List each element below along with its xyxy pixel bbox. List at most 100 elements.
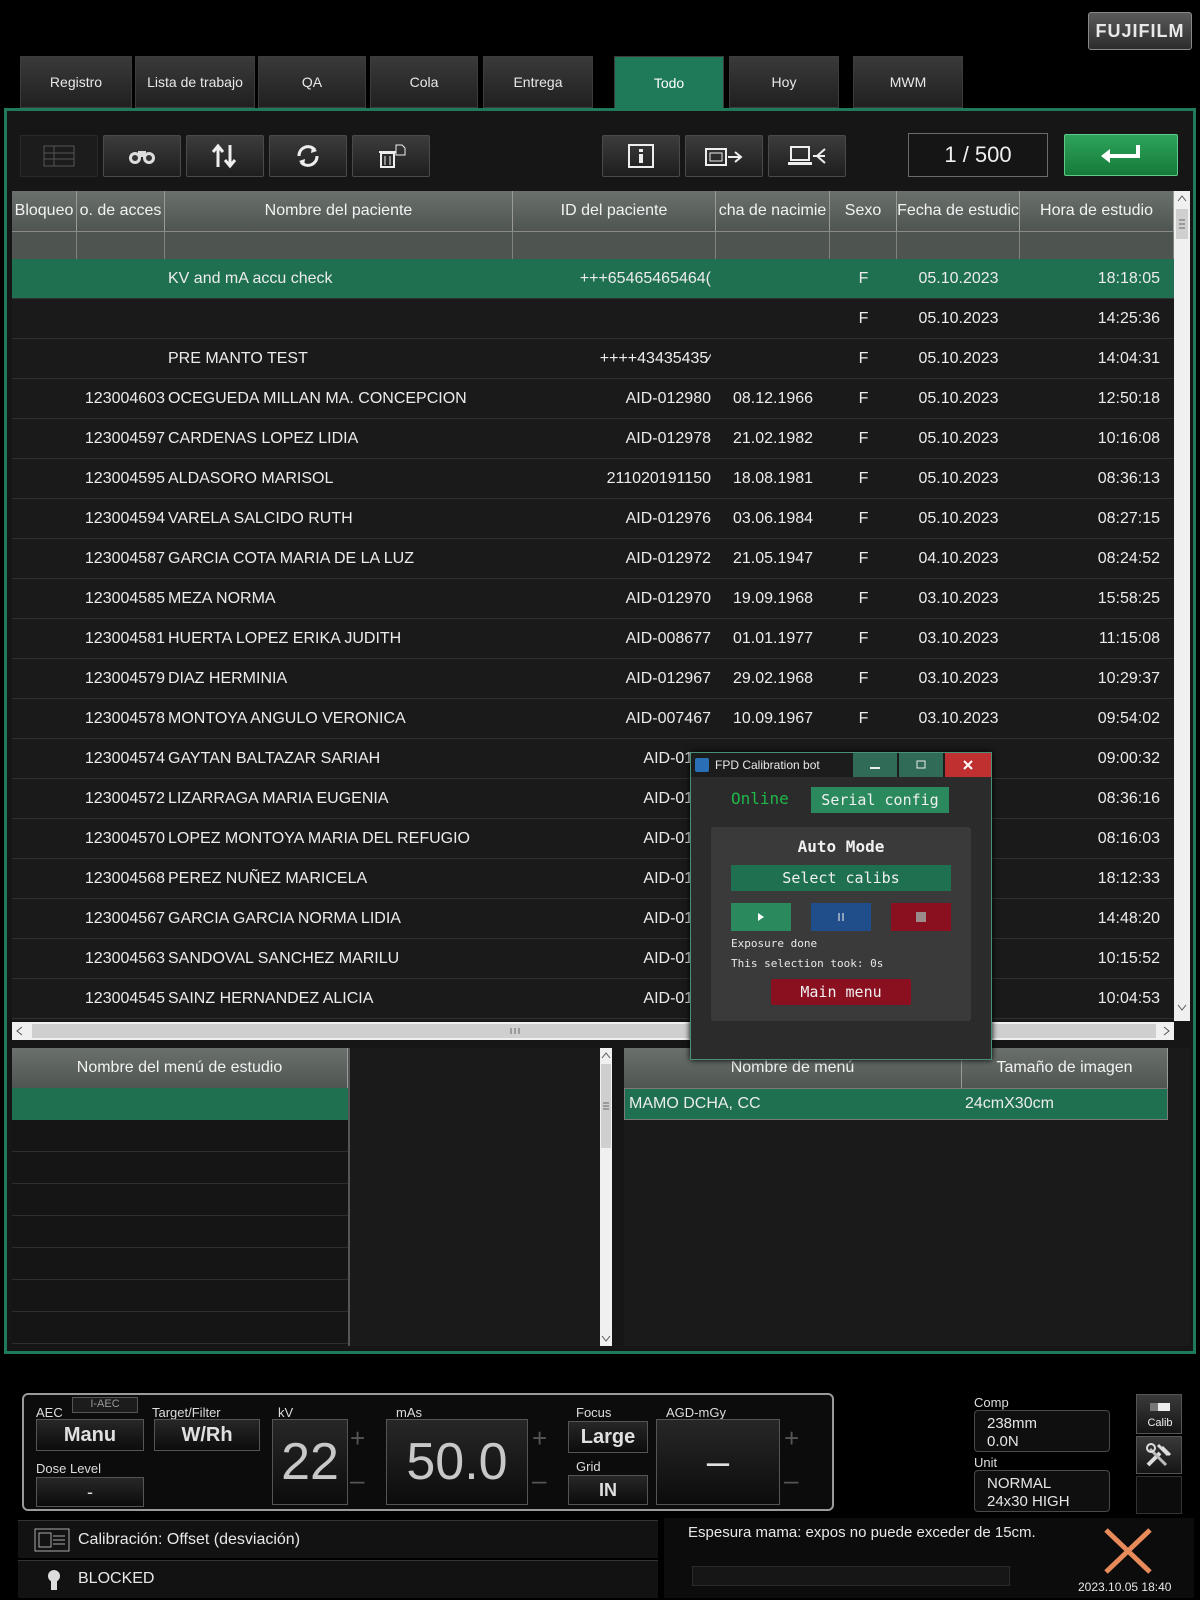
aec-mode-button[interactable]: Manu	[36, 1419, 144, 1451]
table-row[interactable]: KV and mA accu check +++65465465464(F 05.1…	[12, 259, 1174, 299]
cell-acc: 123004603	[84, 389, 165, 407]
table-row[interactable]: MAMO DCHA, CC 24cmX30cm	[624, 1088, 1168, 1120]
dose-level-button[interactable]: -	[36, 1477, 144, 1507]
study-menu-empty-rows	[12, 1120, 348, 1346]
table-row[interactable]: 123004603 OCEGUEDA MILLAN MA. CONCEPCION A…	[12, 379, 1174, 419]
table-row[interactable]: 123004545SAINZ HERNANDEZ ALICIAAID-01290…	[12, 979, 1174, 1019]
kv-increase-button[interactable]: +	[350, 1423, 365, 1454]
mas-value[interactable]: 50.0	[386, 1419, 528, 1505]
kv-value[interactable]: 22	[272, 1419, 348, 1505]
col-header-patient-id[interactable]: ID del paciente	[513, 191, 716, 231]
transfer-button[interactable]	[768, 135, 846, 177]
info-button[interactable]	[602, 135, 680, 177]
table-row[interactable]: PRE MANTO TEST ++++43435435⁄ F 05.10.2023 14…	[12, 339, 1174, 379]
cell-acc	[77, 299, 167, 338]
stop-button[interactable]	[891, 903, 951, 931]
table-row[interactable]: 123004570 LOPEZ MONTOYA MARIA DEL REFUGIO…	[12, 819, 1174, 859]
kv-decrease-button[interactable]: –	[350, 1465, 364, 1496]
cell-acc: 123004594	[84, 509, 165, 527]
cell-name: LOPEZ MONTOYA MARIA DEL REFUGIO	[168, 829, 470, 847]
col-header-birthdate[interactable]: cha de nacimie	[716, 191, 830, 231]
cell-dob: 21.05.1947	[732, 549, 814, 567]
minimize-button[interactable]	[853, 753, 897, 777]
refresh-button[interactable]	[269, 135, 347, 177]
export-button[interactable]	[685, 135, 763, 177]
serial-config-button[interactable]: Serial config	[811, 787, 949, 813]
window-titlebar[interactable]: FPD Calibration bot	[691, 753, 991, 777]
study-menu-row-selected[interactable]	[12, 1088, 348, 1120]
enter-icon	[1101, 145, 1140, 163]
filter-cell[interactable]	[77, 231, 165, 259]
search-button[interactable]	[103, 135, 181, 177]
delete-button[interactable]	[352, 135, 430, 177]
cell-id: 211020191150	[606, 469, 711, 487]
col-header-sex[interactable]: Sexo	[830, 191, 897, 231]
table-row[interactable]: 123004574 GAYTAN BALTAZAR SARIAH AID-0129 0…	[12, 739, 1174, 779]
table-row[interactable]: 123004585 MEZA NORMA AID-012970 19.09.1968 F…	[12, 579, 1174, 619]
filter-cell[interactable]	[1020, 231, 1174, 259]
mas-decrease-button[interactable]: –	[532, 1465, 546, 1496]
sort-button[interactable]	[186, 135, 264, 177]
fujifilm-logo: FUJIFILM	[1088, 12, 1192, 50]
filter-cell[interactable]	[513, 231, 716, 259]
filter-cell[interactable]	[165, 231, 513, 259]
table-row[interactable]: F 05.10.2023 14:25:36	[12, 299, 1174, 339]
cell-name: KV and mA accu check	[168, 269, 333, 287]
table-row[interactable]: 123004594 VARELA SALCIDO RUTH AID-012976 03…	[12, 499, 1174, 539]
tab-cola[interactable]: Cola	[370, 56, 478, 108]
filter-cell[interactable]	[12, 231, 77, 259]
play-button[interactable]	[731, 903, 791, 931]
study-menu-header[interactable]: Nombre del menú de estudio	[12, 1048, 348, 1088]
col-header-bloqueo[interactable]: Bloqueo	[12, 191, 77, 231]
filter-cell[interactable]	[897, 231, 1020, 259]
agd-decrease-button[interactable]: –	[784, 1465, 798, 1496]
pause-button[interactable]	[811, 903, 871, 931]
filter-cell[interactable]	[716, 231, 830, 259]
cell-time: 09:54:02	[1097, 709, 1160, 727]
focus-button[interactable]: Large	[568, 1421, 648, 1453]
col-header-accession[interactable]: o. de acces	[77, 191, 165, 231]
table-horizontal-scrollbar[interactable]	[12, 1022, 1174, 1040]
agd-increase-button[interactable]: +	[784, 1423, 799, 1454]
tab-qa[interactable]: QA	[258, 56, 366, 108]
table-row[interactable]: 123004581 HUERTA LOPEZ ERIKA JUDITH AID-00…	[12, 619, 1174, 659]
tab-entrega[interactable]: Entrega	[483, 56, 593, 108]
tab-registro[interactable]: Registro	[20, 56, 132, 108]
table-vertical-scrollbar[interactable]	[1174, 191, 1190, 1021]
table-row[interactable]: 123004587 GARCIA COTA MARIA DE LA LUZ AID-…	[12, 539, 1174, 579]
calib-button[interactable]: Calib	[1136, 1394, 1182, 1434]
tab-todo[interactable]: Todo	[614, 56, 724, 110]
table-row[interactable]: 123004568PEREZ NUÑEZ MARICELAAID-0129023…	[12, 859, 1174, 899]
col-header-study-time[interactable]: Hora de estudio	[1020, 191, 1174, 231]
col-header-patient-name[interactable]: Nombre del paciente	[165, 191, 513, 231]
list-view-button[interactable]	[20, 135, 98, 177]
tab-mwm[interactable]: MWM	[853, 56, 963, 108]
cell-name: DIAZ HERMINIA	[168, 669, 288, 687]
lock-status-bar: BLOCKED	[18, 1560, 658, 1598]
filter-cell[interactable]	[830, 231, 897, 259]
tab-lista-de-trabajo[interactable]: Lista de trabajo	[135, 56, 255, 108]
table-row[interactable]: 123004572 LIZARRAGA MARIA EUGENIA AID-0129…	[12, 779, 1174, 819]
window-title: FPD Calibration bot	[715, 758, 820, 772]
grid-button[interactable]: IN	[568, 1475, 648, 1505]
maximize-button[interactable]	[899, 753, 943, 777]
cell-acc: 123004567	[84, 909, 165, 927]
mas-increase-button[interactable]: +	[532, 1423, 547, 1454]
target-filter-button[interactable]: W/Rh	[154, 1419, 260, 1451]
table-row[interactable]: 123004595 ALDASORO MARISOL 211020191150 18.…	[12, 459, 1174, 499]
main-menu-button[interactable]: Main menu	[771, 979, 911, 1005]
select-calibs-button[interactable]: Select calibs	[731, 865, 951, 891]
enter-button[interactable]	[1064, 134, 1178, 176]
col-header-study-date[interactable]: Fecha de estudic	[897, 191, 1020, 231]
close-button[interactable]	[945, 753, 991, 777]
tools-button[interactable]	[1136, 1436, 1182, 1474]
table-row[interactable]: 123004563 SANDOVAL SANCHEZ MARILU AID-0129…	[12, 939, 1174, 979]
study-menu-scrollbar[interactable]	[600, 1048, 612, 1346]
table-row[interactable]: 123004567 GARCIA GARCIA NORMA LIDIA AID-01…	[12, 899, 1174, 939]
col-header-image-size[interactable]: Tamaño de imagen	[962, 1048, 1168, 1088]
table-row[interactable]: 123004597 CARDENAS LOPEZ LIDIA AID-012978 2…	[12, 419, 1174, 459]
tab-hoy[interactable]: Hoy	[729, 56, 839, 108]
table-row[interactable]: 123004578 MONTOYA ANGULO VERONICA AID-0074…	[12, 699, 1174, 739]
table-row[interactable]: 123004579 DIAZ HERMINIA AID-012967 29.02.19…	[12, 659, 1174, 699]
app-icon	[695, 758, 709, 772]
